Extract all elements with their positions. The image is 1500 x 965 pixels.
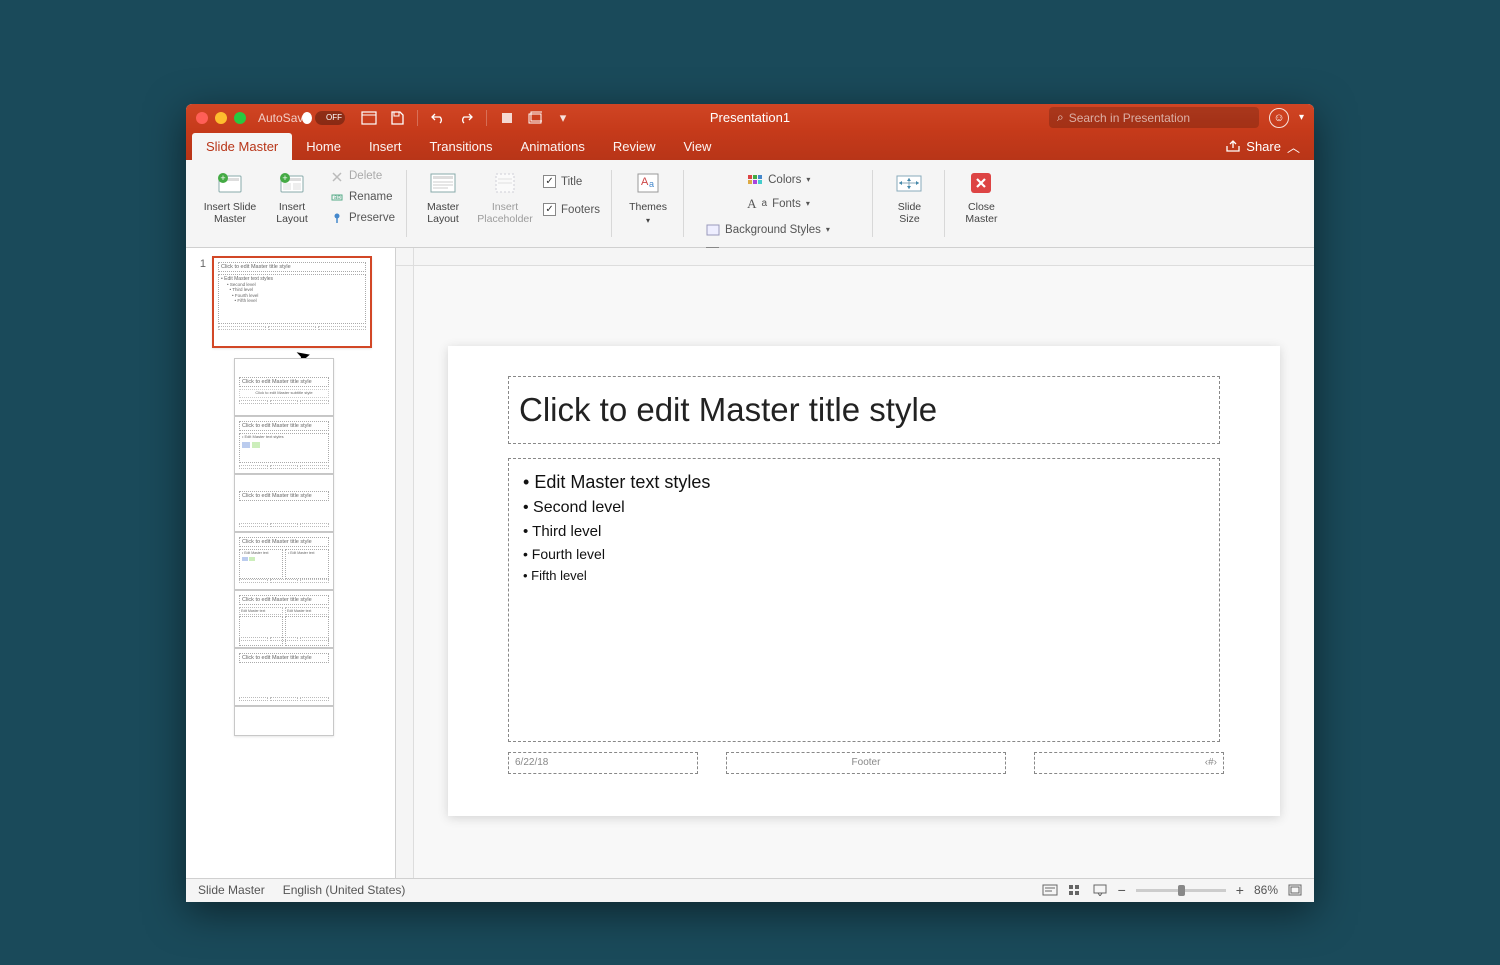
redo-button[interactable] [454,108,478,128]
status-bar: Slide Master English (United States) − +… [186,878,1314,902]
title-checkbox[interactable]: ✓Title [539,172,604,192]
insert-placeholder-button[interactable]: Insert Placeholder [477,164,533,226]
master-thumbnail[interactable]: Click to edit Master title style • Edit … [212,256,372,348]
text-level-2[interactable]: Second level [523,496,1205,520]
title-placeholder[interactable]: Click to edit Master title style [508,376,1220,444]
layout-thumbnail-2[interactable]: Click to edit Master title style• Edit M… [234,416,334,474]
svg-text:ab: ab [334,195,341,201]
content-placeholder[interactable]: Edit Master text styles Second level Thi… [508,458,1220,742]
tab-review[interactable]: Review [599,133,670,160]
thumbnail-panel[interactable]: 1 Click to edit Master title style • Edi… [186,248,396,878]
document-title: Presentation1 [710,110,790,125]
zoom-slider[interactable] [1136,889,1226,892]
maximize-window-button[interactable] [234,112,246,124]
master-layout-button[interactable]: Master Layout [415,164,471,226]
tab-home[interactable]: Home [292,133,355,160]
app-window: AutoSave OFF ▾ Presentation1 ⌕ Search in… [186,104,1314,902]
fonts-dropdown[interactable]: Aa Fonts ▾ [743,194,814,214]
date-placeholder[interactable]: 6/22/18 [508,752,698,774]
title-bar: AutoSave OFF ▾ Presentation1 ⌕ Search in… [186,104,1314,132]
quick-access-toolbar: ▾ [357,108,575,128]
qat-button-2[interactable] [523,108,547,128]
tab-animations[interactable]: Animations [507,133,599,160]
layout-thumbnail-7[interactable] [234,706,334,736]
qat-button-1[interactable] [495,108,519,128]
tab-insert[interactable]: Insert [355,133,416,160]
text-level-3[interactable]: Third level [523,520,1205,543]
share-button[interactable]: Share [1246,139,1281,154]
layout-thumbnail-5[interactable]: Click to edit Master title styleEdit Mas… [234,590,334,648]
delete-button[interactable]: Delete [326,166,399,186]
svg-text:+: + [220,173,225,183]
slide-number: 1 [192,256,206,348]
normal-view-button[interactable] [1068,884,1082,896]
text-level-5[interactable]: Fifth level [523,565,1205,586]
layout-thumbnail-1[interactable]: Click to edit Master title styleClick to… [234,358,334,416]
svg-text:+: + [282,173,287,183]
slide[interactable]: Click to edit Master title style Edit Ma… [448,346,1280,816]
insert-layout-button[interactable]: + Insert Layout [264,164,320,228]
close-master-button[interactable]: Close Master [953,164,1009,226]
search-icon: ⌕ [1057,110,1064,125]
slide-number-placeholder[interactable]: ‹#› [1034,752,1224,774]
canvas-area: Click to edit Master title style Edit Ma… [396,248,1314,878]
background-styles-dropdown[interactable]: Background Styles ▾ [702,220,865,240]
zoom-out-button[interactable]: − [1118,882,1126,898]
svg-text:A: A [641,176,649,188]
autosave-toggle[interactable]: AutoSave OFF [258,111,345,125]
footers-checkbox[interactable]: ✓Footers [539,200,604,220]
collapse-ribbon-button[interactable]: ︿ [1287,137,1300,156]
search-input[interactable]: ⌕ Search in Presentation [1049,107,1259,128]
status-view[interactable]: Slide Master [198,883,265,897]
slide-size-button[interactable]: Slide Size [881,164,937,226]
fit-to-window-button[interactable] [1288,884,1302,896]
ribbon-tabs: Slide Master Home Insert Transitions Ani… [186,132,1314,160]
text-level-1[interactable]: Edit Master text styles [523,469,1205,496]
window-controls [196,112,246,124]
titlebar-dropdown[interactable]: ▾ [1299,112,1304,123]
preserve-button[interactable]: Preserve [326,208,399,228]
zoom-in-button[interactable]: + [1236,882,1244,898]
themes-button[interactable]: Aa Themes ▾ [620,164,676,226]
layout-thumbnail-4[interactable]: Click to edit Master title style• Edit M… [234,532,334,590]
notes-button[interactable] [1042,884,1058,896]
share-icon [1226,140,1240,152]
qat-dropdown[interactable]: ▾ [551,108,575,128]
text-level-4[interactable]: Fourth level [523,543,1205,565]
undo-button[interactable] [426,108,450,128]
slide-canvas[interactable]: Click to edit Master title style Edit Ma… [414,266,1314,878]
tab-view[interactable]: View [670,133,726,160]
ruler-corner [396,248,414,266]
vertical-ruler[interactable] [396,266,414,878]
layout-thumbnail-3[interactable]: Click to edit Master title style [234,474,334,532]
insert-slide-master-button[interactable]: + Insert Slide Master [202,164,258,228]
tab-slide-master[interactable]: Slide Master [192,133,292,160]
tab-transitions[interactable]: Transitions [415,133,506,160]
footer-placeholder[interactable]: Footer [726,752,1006,774]
rename-button[interactable]: abRename [326,187,399,207]
feedback-button[interactable]: ☺ [1269,108,1289,128]
svg-text:a: a [649,179,654,189]
home-file-button[interactable] [357,108,381,128]
zoom-level[interactable]: 86% [1254,883,1278,897]
work-area: 1 Click to edit Master title style • Edi… [186,248,1314,878]
slideshow-view-button[interactable] [1092,884,1108,896]
layout-thumbnail-6[interactable]: Click to edit Master title style [234,648,334,706]
colors-dropdown[interactable]: Colors ▾ [743,170,814,190]
close-window-button[interactable] [196,112,208,124]
save-button[interactable] [385,108,409,128]
status-language[interactable]: English (United States) [283,883,406,897]
horizontal-ruler[interactable] [414,248,1314,266]
ribbon: + Insert Slide Master + Insert Layout De… [186,160,1314,248]
minimize-window-button[interactable] [215,112,227,124]
